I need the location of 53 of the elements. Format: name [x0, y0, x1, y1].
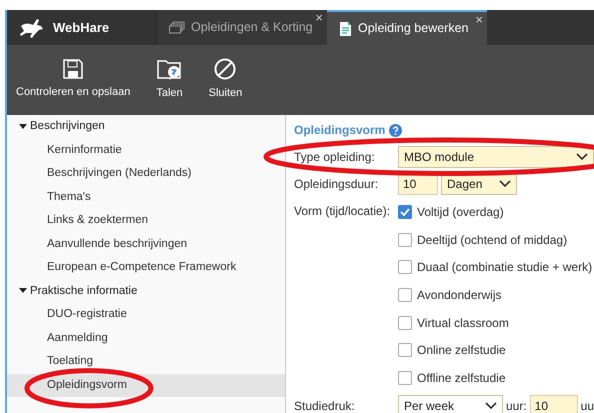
toolbar-button[interactable]: Controleren en opslaan: [10, 45, 136, 115]
tree-group[interactable]: Praktische informatie: [7, 280, 285, 303]
checkbox-label: Virtual classroom: [417, 314, 509, 332]
field-label: Opleidingsduur:: [294, 176, 380, 194]
app-tab[interactable]: Opleiding bewerken ×: [327, 10, 487, 45]
document-icon: [339, 20, 352, 36]
sidebar-item[interactable]: DUO-registratie: [7, 303, 285, 326]
sidebar-item[interactable]: Toelating: [7, 350, 285, 374]
sidebar-item[interactable]: Kerninformatie: [7, 138, 285, 162]
sidebar-item[interactable]: Links & zoektermen: [7, 209, 285, 232]
checkbox-label: Voltijd (overdag): [417, 204, 504, 221]
toolbar-button[interactable]: Talen: [150, 45, 189, 115]
field-label: Studiedruk:: [294, 398, 356, 413]
app-name: WebHare: [53, 18, 110, 37]
unit-label: uu: [580, 398, 594, 413]
input-field[interactable]: 10: [530, 394, 578, 413]
app-tab[interactable]: Opleidingen & Korting ×: [157, 10, 327, 45]
tree-group[interactable]: Beschrijvingen: [7, 115, 285, 138]
chevron-icon: [484, 402, 497, 410]
help-icon[interactable]: [389, 124, 402, 136]
sidebar-item[interactable]: European e-Competence Framework: [7, 256, 285, 280]
sidebar-item[interactable]: Aanvullende beschrijvingen: [7, 232, 285, 256]
close-icon[interactable]: ×: [475, 13, 483, 26]
checkbox[interactable]: [398, 316, 412, 330]
checkbox[interactable]: [398, 232, 412, 247]
checkbox-label: Deeltijd (ochtend of middag): [417, 232, 568, 249]
section-title: Opleidingsvorm: [294, 122, 386, 139]
chevron-icon: [576, 152, 588, 161]
close-icon[interactable]: ×: [315, 11, 323, 24]
checkbox[interactable]: [398, 260, 412, 274]
checkbox[interactable]: [398, 288, 412, 302]
checkbox[interactable]: [398, 204, 412, 219]
sidebar-item[interactable]: Aanmelding: [7, 326, 285, 350]
toolbar-button[interactable]: Sluiten: [202, 45, 248, 115]
unit-label: uur:: [506, 398, 527, 413]
sidebar-item[interactable]: Beschrijvingen (Nederlands): [7, 162, 285, 186]
checkbox-label: Duaal (combinatie studie + werk): [417, 259, 592, 276]
checkbox-label: Avondonderwijs: [417, 286, 502, 304]
logo-icon: [19, 18, 45, 38]
checkbox[interactable]: [398, 370, 412, 385]
select-field[interactable]: Per week: [398, 394, 503, 413]
field-label: Type opleiding:: [294, 148, 376, 166]
sidebar-item[interactable]: Thema's: [7, 186, 285, 209]
field-label: Vorm (tijd/locatie):: [294, 203, 392, 220]
stacked-windows-icon: [169, 21, 185, 34]
checkbox-label: Offline zelfstudie: [417, 370, 506, 387]
select-field[interactable]: MBO module: [398, 146, 594, 168]
folder-speech-icon: [156, 58, 182, 80]
cancel-icon: [214, 58, 236, 80]
checkbox[interactable]: [398, 343, 412, 358]
checkbox-label: Online zelfstudie: [417, 342, 506, 360]
sidebar-item[interactable]: Opleidingsvorm: [7, 374, 285, 397]
chevron-icon: [499, 180, 511, 188]
